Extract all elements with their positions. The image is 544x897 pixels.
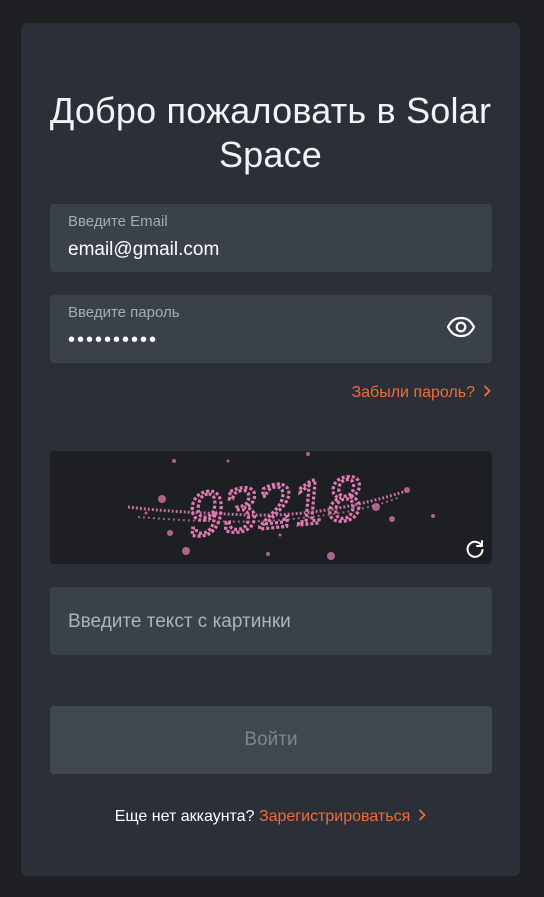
captcha-input[interactable]: Введите текст с картинки: [50, 587, 492, 655]
captcha-graphic: 93218: [127, 452, 435, 560]
captcha-image: 93218: [50, 451, 492, 564]
chevron-right-icon: [418, 808, 427, 826]
captcha-text: 93218: [185, 464, 366, 550]
password-field[interactable]: Введите пароль ••••••••••: [50, 295, 492, 363]
email-field[interactable]: Введите Email email@gmail.com: [50, 204, 492, 272]
email-label: Введите Email: [68, 213, 168, 230]
register-link-label[interactable]: Зарегистрироваться: [259, 808, 410, 825]
password-label: Введите пароль: [68, 304, 180, 321]
page-title: Добро пожаловать в Solar Space: [49, 90, 492, 175]
chevron-right-icon: [483, 384, 491, 402]
password-value[interactable]: ••••••••••: [68, 329, 158, 352]
eye-icon[interactable]: [446, 315, 476, 339]
forgot-password-link[interactable]: Забыли пароль?: [351, 384, 491, 402]
login-button[interactable]: Войти: [50, 706, 492, 774]
captcha-input-placeholder: Введите текст с картинки: [68, 611, 291, 632]
register-link[interactable]: Зарегистрироваться: [259, 808, 427, 826]
login-card: Добро пожаловать в Solar Space Введите E…: [21, 23, 520, 876]
refresh-icon[interactable]: [464, 538, 486, 560]
register-prompt: Еще нет аккаунта? Зарегистрироваться: [21, 808, 520, 826]
forgot-password-label: Забыли пароль?: [351, 384, 475, 401]
register-question: Еще нет аккаунта?: [114, 808, 255, 825]
email-value[interactable]: email@gmail.com: [68, 239, 219, 261]
